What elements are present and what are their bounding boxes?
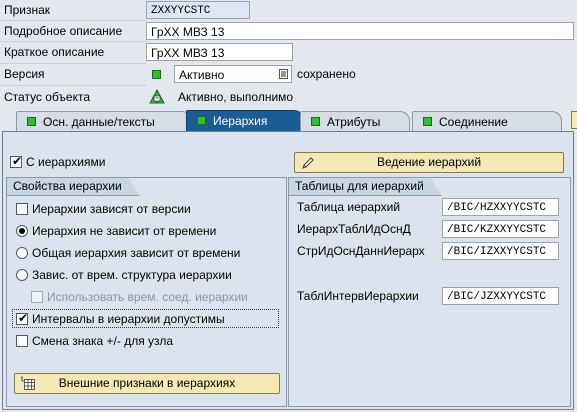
object-status-label: Статус объекта <box>4 90 91 104</box>
hierarchy-structure-table-field[interactable]: /BIC/IZXXYYCSTC <box>442 242 559 260</box>
status-green-icon <box>311 117 320 126</box>
radio-selected-dot <box>19 228 25 234</box>
table-row-label: СтрИдОснДаннИерарх <box>297 244 425 258</box>
version-dependent-checkbox[interactable] <box>16 203 28 215</box>
status-green-icon <box>197 116 206 125</box>
hierarchy-table-field[interactable]: /BIC/HZXXYYCSTC <box>442 198 559 216</box>
use-temporal-join-label: Использовать врем. соед. иерархии <box>47 290 248 304</box>
hierarchy-interval-table-field[interactable]: /BIC/JZXXYYCSTC <box>442 287 559 305</box>
sign-reversal-checkbox[interactable] <box>16 335 28 347</box>
use-temporal-join-checkbox <box>31 291 43 303</box>
object-status-value: Активно, выполнимо <box>178 90 294 104</box>
status-green-icon <box>423 117 432 126</box>
short-description-label: Краткое описание <box>4 45 105 59</box>
list-icon <box>279 69 288 79</box>
object-status-icon <box>149 89 165 104</box>
not-time-dependent-label: Иерархия не зависит от времени <box>32 224 217 238</box>
group-title: Свойства иерархии <box>6 177 140 196</box>
pencil-icon <box>302 157 314 169</box>
tab-strip: Осн. данные/тексты Иерархия Атрибуты Сое… <box>0 109 577 131</box>
tab-connection[interactable]: Соединение <box>412 111 562 131</box>
table-row-label: Таблица иерархий <box>297 200 401 214</box>
intervals-allowed-label: Интервалы в иерархии допустимы <box>32 312 225 326</box>
group-title: Таблицы для иерархий <box>288 177 442 196</box>
external-characteristics-label: Внешние признаки в иерархиях <box>58 376 236 390</box>
not-time-dependent-radio[interactable] <box>16 225 28 237</box>
version-field: Активно <box>174 65 292 83</box>
maintain-hierarchies-button[interactable]: Ведение иерархий <box>294 152 564 173</box>
structure-time-dependent-label: Завис. от врем. структура иерархии <box>32 268 232 282</box>
tab-label: Осн. данные/тексты <box>43 115 155 129</box>
tab-label: Соединение <box>439 115 508 129</box>
with-hierarchies-label: С иерархиями <box>26 155 106 169</box>
checkmark-icon: ✔ <box>17 311 29 325</box>
status-green-icon <box>152 70 161 79</box>
version-dependent-label: Иерархии зависят от версии <box>32 202 191 216</box>
version-label: Версия <box>4 67 45 81</box>
structure-time-dependent-radio[interactable] <box>16 269 28 281</box>
hierarchy-panel: ✔ С иерархиями Ведение иерархий Свойства… <box>2 131 574 410</box>
hierarchy-tables-group: Таблицы для иерархий Таблица иерархий /B… <box>288 177 571 407</box>
entire-time-dependent-radio[interactable] <box>16 247 28 259</box>
table-row-label: ИерархТаблИдОснД <box>297 222 411 236</box>
attribute-label: Признак <box>4 3 51 17</box>
divider <box>0 85 146 86</box>
maintain-hierarchies-label: Ведение иерархий <box>376 155 482 169</box>
tab-scroll-button[interactable] <box>571 111 577 129</box>
status-green-icon <box>27 117 36 126</box>
long-description-label: Подробное описание <box>4 24 123 38</box>
intervals-allowed-checkbox[interactable]: ✔ <box>16 311 29 325</box>
hierarchy-table-icon <box>21 376 35 390</box>
entire-time-dependent-label: Общая иерархия зависит от времени <box>32 246 241 260</box>
tab-label: Иерархия <box>213 114 268 128</box>
tab-attributes[interactable]: Атрибуты <box>300 111 410 131</box>
checkmark-icon: ✔ <box>11 154 23 168</box>
short-description-field[interactable]: ГрХХ МВЗ 13 <box>146 43 293 61</box>
long-description-field[interactable]: ГрХХ МВЗ 13 <box>146 22 574 40</box>
tab-label: Атрибуты <box>327 115 381 129</box>
hierarchy-sid-table-field[interactable]: /BIC/KZXXYYCSTC <box>442 220 559 238</box>
external-characteristics-button[interactable]: Внешние признаки в иерархиях <box>14 373 280 394</box>
tab-hierarchy[interactable]: Иерархия <box>186 110 304 131</box>
sign-reversal-label: Смена знака +/- для узла <box>32 334 174 348</box>
tab-basic-data[interactable]: Осн. данные/тексты <box>16 111 192 131</box>
version-saved-text: сохранено <box>297 67 356 81</box>
table-row-label: ТаблИнтервИерархии <box>297 289 419 303</box>
attribute-field[interactable]: ZXXYYCSTC <box>146 1 250 19</box>
hierarchy-properties-group: Свойства иерархии Иерархии зависят от ве… <box>6 177 287 407</box>
with-hierarchies-checkbox[interactable]: ✔ <box>10 154 23 168</box>
